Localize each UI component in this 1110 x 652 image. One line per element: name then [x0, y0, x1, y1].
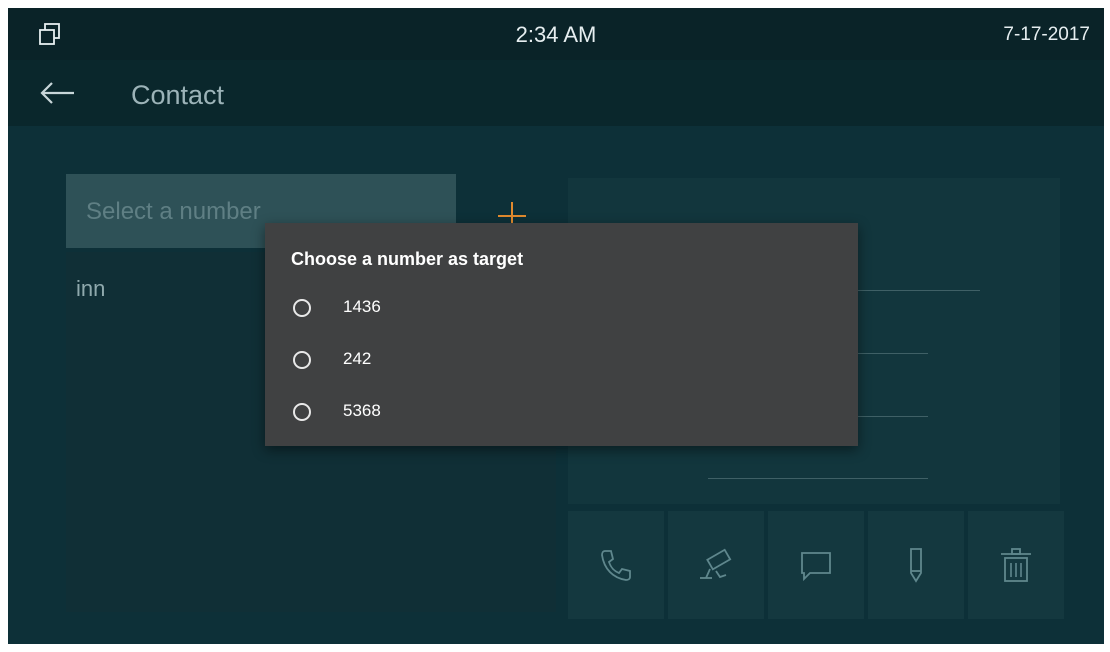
message-button[interactable]	[768, 511, 864, 619]
number-option-label: 242	[343, 349, 372, 368]
date: 7-17-2017	[1003, 24, 1090, 45]
radio-button[interactable]	[293, 299, 311, 317]
number-option[interactable]: 5368	[287, 389, 827, 435]
edit-button[interactable]	[868, 511, 964, 619]
number-option-label: 1436	[343, 297, 381, 316]
status-bar: 2:34 AM 7-17-2017	[8, 8, 1104, 60]
dialog-title: Choose a number as target	[291, 249, 524, 269]
number-option[interactable]: 242	[287, 337, 827, 383]
select-number-placeholder: Select a number	[86, 198, 261, 225]
message-icon	[801, 552, 831, 582]
radio-button[interactable]	[293, 403, 311, 421]
monitor-button[interactable]	[668, 511, 764, 619]
back-arrow-icon[interactable]	[38, 78, 78, 108]
clock: 2:34 AM	[515, 22, 597, 47]
delete-button[interactable]	[968, 511, 1064, 619]
device-screen: 2:34 AM 7-17-2017 Contact Select a numbe…	[8, 8, 1104, 644]
number-option[interactable]: 1436	[287, 285, 827, 331]
trash-icon	[1001, 548, 1031, 582]
radio-button[interactable]	[293, 351, 311, 369]
choose-number-dialog: Choose a number as target 1436 242 5368	[265, 223, 858, 446]
pencil-icon	[910, 548, 922, 583]
camera-icon	[700, 548, 732, 579]
phone-icon	[601, 550, 631, 581]
call-button[interactable]	[568, 511, 664, 619]
detail-divider	[708, 478, 928, 479]
number-option-label: 5368	[343, 401, 381, 420]
title-bar: Contact	[8, 60, 1104, 126]
contact-item[interactable]: inn	[76, 276, 105, 302]
page-title: Contact	[131, 80, 225, 110]
